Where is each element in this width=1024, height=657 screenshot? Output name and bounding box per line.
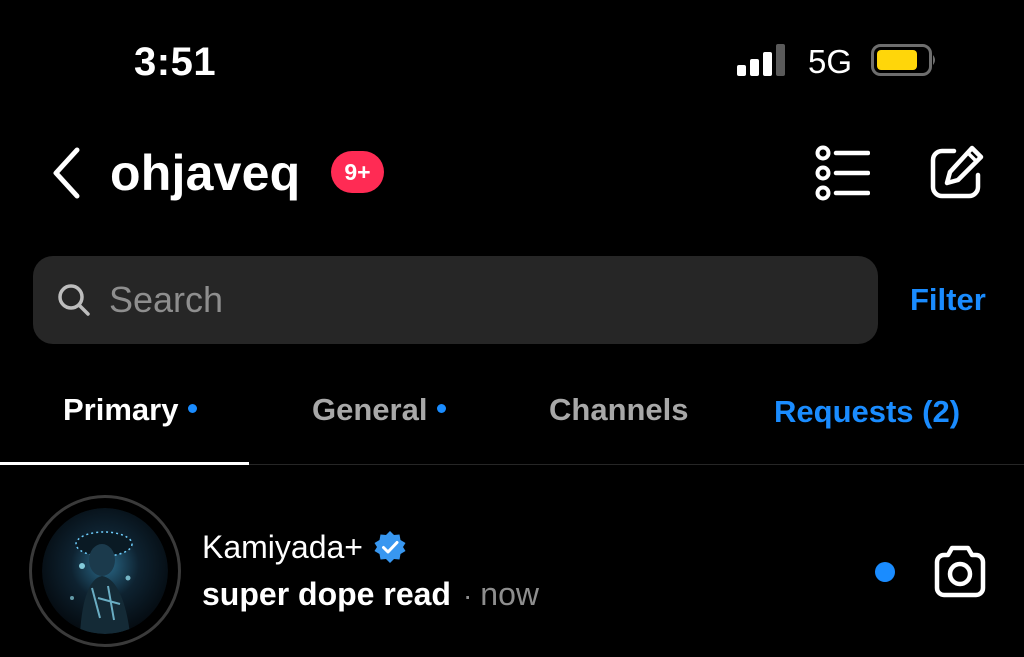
tab-general-label: General xyxy=(312,392,428,427)
message-time: now xyxy=(480,576,539,612)
conversation-name-line: Kamiyada+ xyxy=(202,527,407,567)
tab-primary-label: Primary xyxy=(63,392,179,427)
compose-icon[interactable] xyxy=(928,143,986,201)
list-icon[interactable] xyxy=(814,145,870,201)
tab-primary[interactable]: Primary xyxy=(63,390,198,430)
search-input[interactable] xyxy=(109,279,809,321)
search-icon xyxy=(58,284,90,316)
separator-dot: · xyxy=(462,580,473,611)
unread-dot xyxy=(188,404,198,414)
message-preview: super dope read xyxy=(202,576,451,612)
tab-requests[interactable]: Requests (2) xyxy=(774,392,960,432)
tab-general[interactable]: General xyxy=(312,390,447,430)
battery-icon xyxy=(871,44,935,76)
account-username[interactable]: ohjaveq xyxy=(110,142,300,204)
unread-indicator xyxy=(875,562,895,582)
avatar[interactable] xyxy=(42,508,168,634)
notification-badge: 9+ xyxy=(331,151,384,193)
tab-channels[interactable]: Channels xyxy=(549,390,689,430)
unread-dot xyxy=(437,404,447,414)
message-preview-line: super dope read · now xyxy=(202,574,539,616)
network-type: 5G xyxy=(808,43,853,80)
back-chevron-icon[interactable] xyxy=(50,146,82,200)
tab-channels-label: Channels xyxy=(549,392,689,427)
tab-requests-label: Requests (2) xyxy=(774,394,961,429)
verified-badge-icon xyxy=(374,531,406,563)
contact-name: Kamiyada+ xyxy=(202,529,363,565)
search-bar[interactable] xyxy=(33,256,878,344)
cellular-signal-icon xyxy=(737,44,787,76)
active-tab-indicator xyxy=(0,462,249,465)
status-time: 3:51 xyxy=(134,40,217,84)
camera-icon[interactable] xyxy=(931,544,989,600)
filter-button[interactable]: Filter xyxy=(910,280,986,320)
